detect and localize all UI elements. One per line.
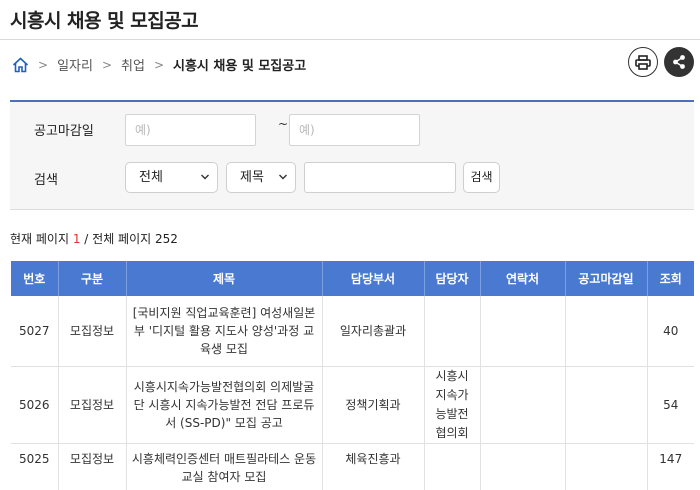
- cell-views: 54: [647, 366, 694, 444]
- cell-contact: [480, 366, 566, 444]
- cell-dept: 정책기획과: [322, 366, 425, 444]
- cell-title-link[interactable]: 시흥시지속가능발전협의회 의제발굴단 시흥시 지속가능발전 전담 프로듀서 (S…: [126, 366, 323, 444]
- page-info-prefix: 현재 페이지: [10, 232, 73, 246]
- cell-manager: 시흥시지속가능발전협의회: [424, 366, 481, 444]
- keyword-label: 검색: [34, 173, 58, 188]
- print-button[interactable]: [628, 47, 658, 77]
- table-row[interactable]: 5027 모집정보 [국비지원 직업교육훈련] 여성새일본부 '디지털 활용 지…: [11, 296, 694, 367]
- breadcrumb-current: 시흥시 채용 및 모집공고: [173, 59, 307, 74]
- scope-select-value: 전체: [139, 170, 163, 185]
- field-select[interactable]: 제목: [226, 162, 296, 193]
- search-panel: 공고마감일 예) ~ 예) 검색 전체 제목 검색: [10, 100, 694, 210]
- cell-views: 40: [647, 296, 694, 367]
- cell-dept: 일자리총괄과: [322, 296, 425, 367]
- col-header-type: 구분: [58, 261, 127, 296]
- breadcrumb-item-jobs[interactable]: 일자리: [57, 55, 93, 74]
- col-header-title: 제목: [126, 261, 323, 296]
- print-icon: [635, 54, 651, 70]
- page-title: 시흥시 채용 및 모집공고: [10, 10, 199, 32]
- cell-title-link[interactable]: [국비지원 직업교육훈련] 여성새일본부 '디지털 활용 지도사 양성'과정 교…: [126, 296, 323, 367]
- breadcrumb: > 일자리 > 취업 > 시흥시 채용 및 모집공고: [12, 55, 306, 74]
- share-icon: [673, 55, 685, 69]
- share-button[interactable]: [664, 47, 694, 77]
- chevron-right-icon: >: [101, 57, 113, 72]
- cell-dept: 체육진흥과: [322, 443, 425, 490]
- cell-contact: [480, 296, 566, 367]
- chevron-right-icon: >: [38, 57, 49, 72]
- search-button[interactable]: 검색: [463, 162, 500, 193]
- col-header-no: 번호: [11, 261, 59, 296]
- date-to-input[interactable]: 예): [289, 114, 420, 146]
- home-icon[interactable]: [12, 56, 29, 73]
- recruitment-table: 번호 구분 제목 담당부서 담당자 연락처 공고마감일 조회 5027 모집정보…: [11, 261, 694, 490]
- search-input[interactable]: [304, 162, 456, 193]
- cell-title-link[interactable]: 시흥체력인증센터 매트필라테스 운동교실 참여자 모집: [126, 443, 323, 490]
- date-from-input[interactable]: 예): [125, 114, 256, 146]
- page-info: 현재 페이지 1 / 전체 페이지 252: [10, 230, 178, 247]
- chevron-down-icon: [201, 174, 209, 180]
- breadcrumb-row: > 일자리 > 취업 > 시흥시 채용 및 모집공고: [0, 40, 700, 90]
- date-label: 공고마감일: [34, 124, 94, 139]
- breadcrumb-item-employment[interactable]: 취업: [121, 55, 145, 74]
- title-bar: 시흥시 채용 및 모집공고: [0, 0, 700, 40]
- col-header-contact: 연락처: [480, 261, 566, 296]
- total-pages: 252: [155, 232, 178, 246]
- cell-manager: [424, 443, 481, 490]
- cell-deadline: [565, 443, 648, 490]
- col-header-views: 조회: [647, 261, 694, 296]
- cell-type: 모집정보: [58, 443, 127, 490]
- scope-select[interactable]: 전체: [125, 162, 218, 193]
- table-header-row: 번호 구분 제목 담당부서 담당자 연락처 공고마감일 조회: [11, 261, 694, 296]
- cell-views: 147: [647, 443, 694, 490]
- cell-no: 5027: [11, 296, 59, 367]
- table-row[interactable]: 5026 모집정보 시흥시지속가능발전협의회 의제발굴단 시흥시 지속가능발전 …: [11, 366, 694, 444]
- cell-type: 모집정보: [58, 366, 127, 444]
- cell-deadline: [565, 296, 648, 367]
- col-header-manager: 담당자: [424, 261, 481, 296]
- table-row[interactable]: 5025 모집정보 시흥체력인증센터 매트필라테스 운동교실 참여자 모집 체육…: [11, 443, 694, 490]
- cell-manager: [424, 296, 481, 367]
- chevron-right-icon: >: [153, 57, 164, 72]
- date-separator: ~: [278, 117, 289, 131]
- field-select-value: 제목: [240, 170, 264, 185]
- cell-deadline: [565, 366, 648, 444]
- cell-no: 5026: [11, 366, 59, 444]
- cell-no: 5025: [11, 443, 59, 490]
- page-info-middle: / 전체 페이지: [80, 232, 155, 246]
- col-header-dept: 담당부서: [322, 261, 425, 296]
- cell-type: 모집정보: [58, 296, 127, 367]
- cell-contact: [480, 443, 566, 490]
- col-header-deadline: 공고마감일: [565, 261, 648, 296]
- chevron-down-icon: [279, 174, 287, 180]
